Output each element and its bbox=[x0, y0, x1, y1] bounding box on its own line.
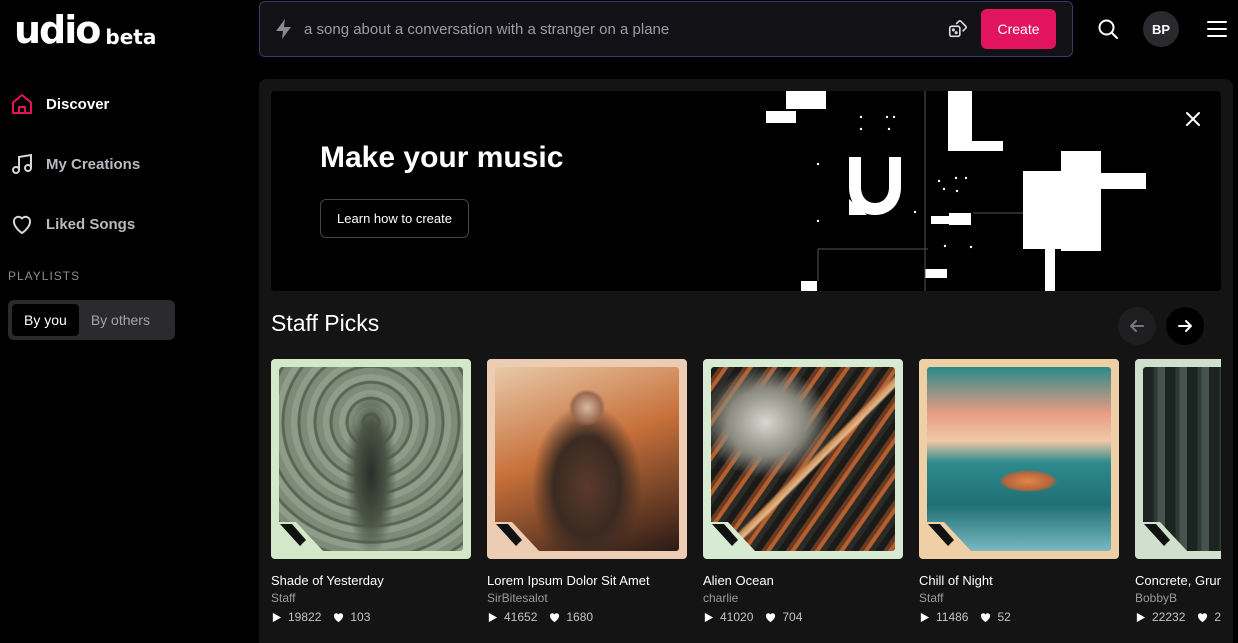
like-count: 1680 bbox=[566, 610, 594, 624]
cover-corner-mark bbox=[494, 522, 540, 552]
song-author[interactable]: Staff bbox=[919, 591, 1119, 605]
song-cover-frame[interactable] bbox=[487, 359, 687, 559]
song-card[interactable]: Chill of Night Staff 11486 52 bbox=[919, 359, 1119, 624]
arrow-left-icon bbox=[1130, 320, 1144, 332]
create-button[interactable]: Create bbox=[981, 9, 1056, 49]
arrow-right-icon bbox=[1178, 320, 1192, 332]
main-panel: Make your music Learn how to create Staf… bbox=[259, 79, 1233, 643]
heart-icon bbox=[13, 215, 31, 234]
play-icon bbox=[488, 612, 498, 622]
close-icon[interactable] bbox=[1183, 109, 1203, 129]
sidebar-nav: Discover My Creations Liked Songs bbox=[8, 84, 238, 264]
udio-logo[interactable]: udio beta bbox=[14, 8, 156, 52]
song-card[interactable]: Alien Ocean charlie 41020 704 bbox=[703, 359, 903, 624]
home-icon bbox=[12, 94, 32, 114]
cover-corner-mark bbox=[1142, 522, 1188, 552]
banner-graphic bbox=[766, 91, 1146, 291]
search-icon[interactable] bbox=[1096, 17, 1120, 41]
cover-corner-mark bbox=[710, 522, 756, 552]
song-stats: 22232 2( bbox=[1135, 610, 1221, 624]
song-card[interactable]: Lorem Ipsum Dolor Sit Amet SirBitesalot … bbox=[487, 359, 687, 624]
sidebar-item-label: Discover bbox=[46, 95, 110, 113]
song-title[interactable]: Chill of Night bbox=[919, 573, 1119, 588]
heart-icon bbox=[766, 612, 776, 622]
play-count: 41652 bbox=[504, 610, 538, 624]
logo-beta-badge: beta bbox=[105, 25, 157, 49]
heart-icon bbox=[981, 612, 991, 622]
play-icon bbox=[272, 612, 282, 622]
song-author[interactable]: charlie bbox=[703, 591, 903, 605]
cover-corner-mark bbox=[926, 522, 972, 552]
song-cover-frame[interactable] bbox=[271, 359, 471, 559]
song-card[interactable]: Shade of Yesterday Staff 19822 103 bbox=[271, 359, 471, 624]
song-title[interactable]: Lorem Ipsum Dolor Sit Amet bbox=[487, 573, 687, 588]
play-count: 41020 bbox=[720, 610, 754, 624]
song-author[interactable]: BobbyB bbox=[1135, 591, 1221, 605]
song-author[interactable]: SirBitesalot bbox=[487, 591, 687, 605]
lightning-icon bbox=[276, 19, 291, 39]
staff-picks-title: Staff Picks bbox=[271, 310, 380, 336]
sidebar-item-discover[interactable]: Discover bbox=[8, 84, 238, 124]
carousel-next-button[interactable] bbox=[1166, 307, 1204, 345]
sidebar-item-my-creations[interactable]: My Creations bbox=[8, 144, 238, 184]
play-count: 11486 bbox=[936, 610, 969, 624]
cover-corner-mark bbox=[278, 522, 324, 552]
prompt-bar[interactable]: a song about a conversation with a stran… bbox=[259, 1, 1073, 57]
heart-icon bbox=[334, 612, 344, 622]
toggle-by-you[interactable]: By you bbox=[12, 304, 79, 336]
like-count: 2( bbox=[1214, 610, 1221, 624]
play-icon bbox=[1136, 612, 1146, 622]
song-title[interactable]: Shade of Yesterday bbox=[271, 573, 471, 588]
song-cover-frame[interactable] bbox=[1135, 359, 1221, 559]
banner-title: Make your music bbox=[320, 141, 564, 174]
music-note-icon bbox=[12, 153, 32, 174]
song-cover-frame[interactable] bbox=[919, 359, 1119, 559]
like-count: 103 bbox=[350, 610, 371, 624]
hamburger-menu-icon[interactable] bbox=[1205, 17, 1229, 41]
song-author[interactable]: Staff bbox=[271, 591, 471, 605]
sidebar-item-liked-songs[interactable]: Liked Songs bbox=[8, 204, 238, 244]
song-title[interactable]: Concrete, Grur bbox=[1135, 573, 1221, 588]
staff-picks-carousel: Shade of Yesterday Staff 19822 103 Lorem… bbox=[271, 359, 1221, 643]
song-stats: 19822 103 bbox=[271, 610, 471, 624]
sidebar-item-label: Liked Songs bbox=[46, 215, 136, 233]
toggle-by-others[interactable]: By others bbox=[79, 304, 162, 336]
carousel-prev-button[interactable] bbox=[1118, 307, 1156, 345]
heart-icon bbox=[1198, 612, 1208, 622]
prompt-input[interactable]: a song about a conversation with a stran… bbox=[304, 21, 947, 38]
play-count: 19822 bbox=[288, 610, 322, 624]
like-count: 704 bbox=[782, 610, 803, 624]
playlists-heading: PLAYLISTS bbox=[8, 269, 81, 283]
like-count: 52 bbox=[997, 610, 1011, 624]
song-stats: 41020 704 bbox=[703, 610, 903, 624]
avatar[interactable]: BP bbox=[1143, 11, 1179, 47]
heart-icon bbox=[550, 612, 560, 622]
dice-icon[interactable] bbox=[947, 18, 969, 40]
play-count: 22232 bbox=[1152, 610, 1186, 624]
logo-wordmark: udio bbox=[14, 8, 101, 52]
playlist-toggle: By you By others bbox=[8, 300, 175, 340]
song-card[interactable]: Concrete, Grur BobbyB 22232 2( bbox=[1135, 359, 1221, 624]
play-icon bbox=[920, 612, 930, 622]
learn-how-button[interactable]: Learn how to create bbox=[320, 199, 469, 238]
promo-banner: Make your music Learn how to create bbox=[271, 91, 1221, 291]
play-icon bbox=[704, 612, 714, 622]
song-stats: 11486 52 bbox=[919, 610, 1119, 624]
song-stats: 41652 1680 bbox=[487, 610, 687, 624]
song-cover-frame[interactable] bbox=[703, 359, 903, 559]
song-title[interactable]: Alien Ocean bbox=[703, 573, 903, 588]
sidebar-item-label: My Creations bbox=[46, 155, 141, 173]
